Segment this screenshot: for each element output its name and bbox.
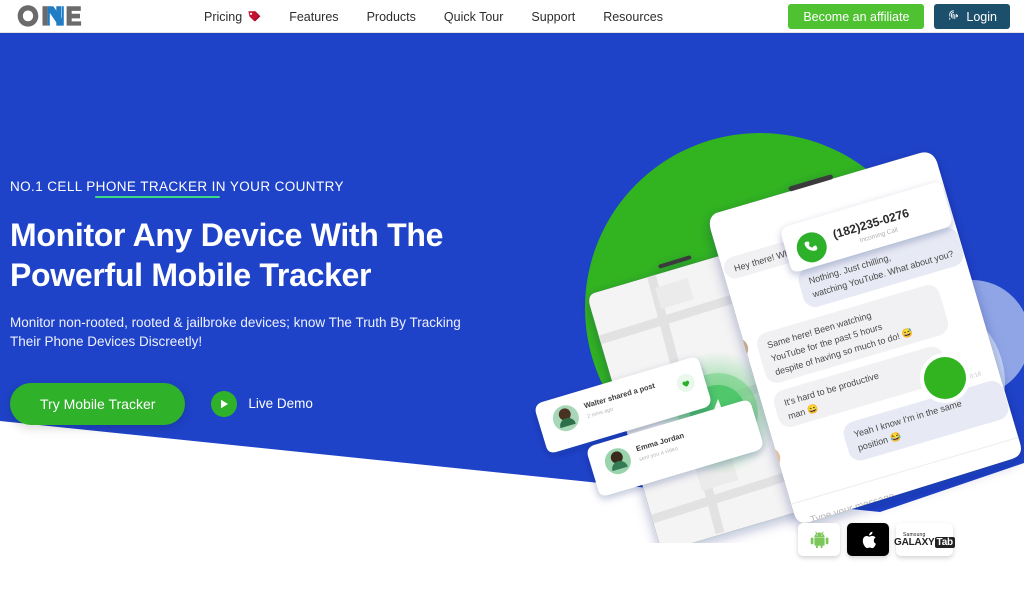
- one-logo-icon: [17, 5, 82, 27]
- hero-subcopy: Monitor non-rooted, rooted & jailbroke d…: [10, 313, 480, 352]
- hero-artwork: 10:12 10:14 10:16 10:18 10:21 Hey there!…: [520, 113, 1024, 543]
- hero-headline-line2: Powerful Mobile Tracker: [10, 257, 372, 294]
- nav-item-quick-tour[interactable]: Quick Tour: [430, 0, 518, 33]
- price-tag-icon: [247, 10, 261, 23]
- header-actions: Become an affiliate Login: [788, 0, 1010, 33]
- hero-section: NO.1 CELL PHONE TRACKER IN YOUR COUNTRY …: [0, 33, 1024, 604]
- hero-eyebrow: NO.1 CELL PHONE TRACKER IN YOUR COUNTRY: [10, 179, 344, 198]
- hero-subcopy-line1: Monitor non-rooted, rooted & jailbroke d…: [10, 314, 461, 330]
- badge-apple[interactable]: [847, 523, 889, 556]
- hero-cta-row: Try Mobile Tracker Live Demo: [10, 382, 510, 425]
- nav-item-resources[interactable]: Resources: [589, 0, 677, 33]
- nav-label: Resources: [603, 9, 663, 24]
- nav-label: Products: [366, 9, 416, 24]
- play-icon: [211, 390, 238, 417]
- nav-item-features[interactable]: Features: [275, 0, 352, 33]
- login-button[interactable]: Login: [934, 4, 1010, 29]
- phones-illustration: 10:12 10:14 10:16 10:18 10:21 Hey there!…: [535, 133, 1024, 543]
- brand-logo[interactable]: [13, 2, 85, 30]
- fingerprint-icon: [947, 9, 960, 25]
- galaxy-text: GALAXY: [894, 536, 935, 548]
- nav-label: Features: [289, 9, 339, 24]
- nav-item-products[interactable]: Products: [353, 0, 430, 33]
- supported-device-badges: Samsung GALAXY Tab: [798, 523, 955, 556]
- badge-android[interactable]: [798, 523, 840, 556]
- apple-icon: [862, 531, 876, 548]
- live-demo-label: Live Demo: [248, 396, 313, 412]
- login-label: Login: [966, 9, 997, 24]
- eyebrow-underline: [95, 196, 220, 198]
- nav-label: Quick Tour: [443, 9, 504, 24]
- hero-copy: NO.1 CELL PHONE TRACKER IN YOUR COUNTRY …: [10, 178, 510, 425]
- live-demo-link[interactable]: Live Demo: [211, 390, 313, 417]
- main-navigation: Pricing Features Products Quick Tour Sup…: [190, 0, 677, 33]
- site-header: Pricing Features Products Quick Tour Sup…: [0, 0, 1024, 33]
- samsung-galaxy-tab-text: GALAXY Tab: [894, 536, 955, 548]
- nav-label: Pricing: [204, 9, 243, 24]
- badge-samsung-galaxy-tab[interactable]: Samsung GALAXY Tab: [894, 523, 955, 556]
- green-dot: [924, 357, 966, 399]
- become-affiliate-button[interactable]: Become an affiliate: [788, 4, 925, 29]
- tab-text: Tab: [934, 536, 955, 548]
- hero-eyebrow-text: NO.1 CELL PHONE TRACKER IN YOUR COUNTRY: [10, 179, 344, 194]
- nav-item-pricing[interactable]: Pricing: [190, 0, 275, 33]
- android-icon: [810, 531, 828, 548]
- nav-item-support[interactable]: Support: [517, 0, 589, 33]
- hero-headline-line1: Monitor Any Device With The: [10, 217, 444, 253]
- hero-headline: Monitor Any Device With The Powerful Mob…: [10, 215, 490, 296]
- hero-subcopy-line2: Their Phone Devices Discreetly!: [10, 334, 203, 350]
- try-mobile-tracker-button[interactable]: Try Mobile Tracker: [10, 382, 186, 425]
- nav-label: Support: [531, 9, 576, 24]
